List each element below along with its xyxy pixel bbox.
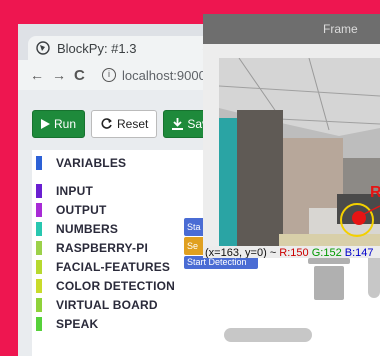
category-color-swatch: [36, 155, 42, 170]
block-label: Se: [187, 241, 199, 251]
back-arrow-icon[interactable]: ←: [30, 67, 52, 83]
category-color-swatch: [36, 316, 42, 331]
tab-title: BlockPy: #1.3: [57, 40, 137, 56]
category-label: SPEAK: [56, 316, 99, 331]
category-virtual-board[interactable]: VIRTUAL BOARD: [32, 295, 184, 314]
browser-tab[interactable]: BlockPy: #1.3 ×: [28, 36, 218, 60]
detection-label: R: [370, 184, 380, 201]
reload-icon[interactable]: C: [74, 67, 96, 84]
category-speak[interactable]: SPEAK: [32, 314, 184, 333]
category-label: RASPBERRY-PI: [56, 240, 148, 255]
category-variables[interactable]: VARIABLES: [32, 153, 184, 172]
category-label: INPUT: [56, 183, 93, 198]
camera-image: R: [219, 58, 380, 247]
category-label: OUTPUT: [56, 202, 107, 217]
category-label: FACIAL-FEATURES: [56, 259, 171, 274]
play-icon: [41, 119, 50, 129]
run-button[interactable]: Run: [32, 110, 86, 138]
reset-label: Reset: [117, 117, 149, 131]
address-bar[interactable]: localhost:9000/: [122, 68, 209, 83]
run-label: Run: [54, 117, 77, 131]
category-color-swatch: [36, 202, 42, 217]
category-facial-features[interactable]: FACIAL-FEATURES: [32, 257, 184, 276]
reset-button[interactable]: Reset: [91, 110, 158, 138]
editor-toolbar: Run Reset Save: [32, 110, 224, 140]
category-label: VIRTUAL BOARD: [56, 297, 158, 312]
category-color-swatch: [36, 240, 42, 255]
category-output[interactable]: OUTPUT: [32, 200, 184, 219]
forward-arrow-icon[interactable]: →: [52, 67, 74, 83]
camera-video-feed[interactable]: R: [219, 58, 380, 247]
block-label: Sta: [187, 222, 201, 232]
blue-value: B:147: [344, 247, 374, 258]
category-label: NUMBERS: [56, 221, 119, 236]
block-toolbox: VARIABLES INPUT OUTPUT NUMBERS RASPBERRY…: [32, 150, 184, 356]
cursor-coordinates: (x=163, y=0) ~: [205, 247, 280, 258]
frame-title: Frame: [323, 22, 358, 36]
green-value: G:152: [311, 247, 342, 258]
category-numbers[interactable]: NUMBERS: [32, 219, 184, 238]
camera-frame-window: Frame R (x=163, y=0) ~ R:150 G:152 B:147: [203, 14, 380, 258]
trash-icon-lid: [308, 258, 350, 264]
category-color-swatch: [36, 278, 42, 293]
frame-title-bar[interactable]: Frame: [203, 14, 380, 44]
pixel-status-bar: (x=163, y=0) ~ R:150 G:152 B:147: [203, 246, 380, 258]
category-color-swatch: [36, 221, 42, 236]
reset-icon: [101, 118, 113, 129]
frame-toolbar: [203, 44, 380, 58]
category-label: COLOR DETECTION: [56, 278, 175, 293]
detected-red-object: [352, 211, 366, 225]
trash-icon[interactable]: [314, 266, 344, 300]
category-input[interactable]: INPUT: [32, 181, 184, 200]
category-color-detection[interactable]: COLOR DETECTION: [32, 276, 184, 295]
download-icon: [172, 118, 184, 130]
red-value: R:150: [279, 247, 309, 258]
category-color-swatch: [36, 259, 42, 274]
category-color-swatch: [36, 297, 42, 312]
category-label: VARIABLES: [56, 155, 127, 170]
info-icon[interactable]: i: [102, 68, 116, 82]
category-color-swatch: [36, 183, 42, 198]
horizontal-scrollbar[interactable]: [224, 328, 312, 342]
block-label: Start Detection: [187, 257, 247, 267]
globe-icon: [36, 41, 50, 55]
category-raspberry-pi[interactable]: RASPBERRY-PI: [32, 238, 184, 257]
